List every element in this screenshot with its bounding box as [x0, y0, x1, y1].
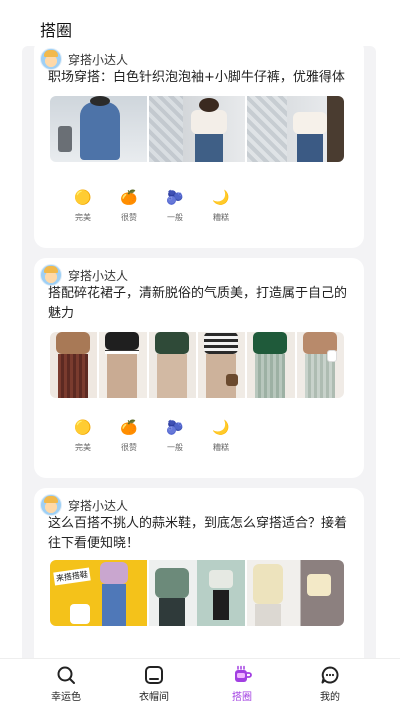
post-text: 搭配碎花裙子，清新脱俗的气质美，打造属于自己的魅力 [48, 286, 348, 321]
reaction-great[interactable]: 🍊 很赞 [106, 420, 152, 460]
outfit-photo[interactable]: 来搭搭鞋 [50, 560, 147, 626]
nav-label: 搭圈 [232, 692, 252, 703]
great-icon: 🍊 [120, 420, 138, 436]
reaction-label: 很赞 [121, 443, 137, 452]
nav-item-wardrobe[interactable]: 衣帽间 [114, 659, 194, 711]
post-card[interactable]: 穿搭小达人 职场穿搭：白色针织泡泡袖+小脚牛仔裤，优雅得体 🟡 完美 🍊 很赞 … [34, 46, 364, 248]
outfit-photo[interactable] [197, 332, 246, 398]
nav-label: 幸运色 [51, 692, 81, 703]
reaction-label: 完美 [75, 213, 91, 222]
post-text: 职场穿搭：白色针织泡泡袖+小脚牛仔裤，优雅得体 [48, 70, 345, 85]
outfit-photo[interactable] [148, 332, 196, 398]
post-author[interactable]: 穿搭小达人 [40, 494, 128, 516]
coffee-cup-icon [232, 665, 252, 685]
reaction-label: 一般 [167, 443, 183, 452]
nav-item-mine[interactable]: 我的 [290, 659, 370, 711]
outfit-photo[interactable] [296, 332, 344, 398]
reaction-label: 完美 [75, 443, 91, 452]
post-text: 这么百搭不挑人的蒜米鞋，到底怎么穿搭适合？接着往下看便知晓！ [48, 516, 348, 551]
feed-list[interactable]: 穿搭小达人 职场穿搭：白色针织泡泡袖+小脚牛仔裤，优雅得体 🟡 完美 🍊 很赞 … [22, 46, 376, 658]
perfect-icon: 🟡 [74, 190, 92, 206]
post-author[interactable]: 穿搭小达人 [40, 48, 128, 70]
reaction-perfect[interactable]: 🟡 完美 [60, 420, 106, 460]
outfit-photo[interactable] [50, 96, 147, 162]
reaction-average[interactable]: 🫐 一般 [152, 420, 198, 460]
bottom-nav: 幸运色 衣帽间 搭圈 我的 [0, 658, 400, 711]
photo-sticker-text: 来搭搭鞋 [53, 567, 91, 586]
nav-label: 我的 [320, 692, 340, 703]
nav-label: 衣帽间 [139, 692, 169, 703]
outfit-photo[interactable] [247, 560, 344, 626]
reaction-bar: 🟡 完美 🍊 很赞 🫐 一般 🌙 糟糕 [60, 190, 244, 230]
outfit-photo[interactable] [148, 560, 246, 626]
bad-icon: 🌙 [212, 190, 230, 206]
perfect-icon: 🟡 [74, 420, 92, 436]
reaction-bad[interactable]: 🌙 糟糕 [198, 190, 244, 230]
reaction-average[interactable]: 🫐 一般 [152, 190, 198, 230]
outfit-photo[interactable] [247, 96, 344, 162]
outfit-photo[interactable] [99, 332, 147, 398]
reaction-label: 糟糕 [213, 213, 229, 222]
reaction-great[interactable]: 🍊 很赞 [106, 190, 152, 230]
reaction-label: 一般 [167, 213, 183, 222]
app-header: 搭圈 [0, 0, 400, 46]
post-card[interactable]: 穿搭小达人 这么百搭不挑人的蒜米鞋，到底怎么穿搭适合？接着往下看便知晓！ 来搭搭… [34, 488, 364, 658]
search-icon [56, 665, 76, 685]
reaction-label: 糟糕 [213, 443, 229, 452]
post-card[interactable]: 穿搭小达人 搭配碎花裙子，清新脱俗的气质美，打造属于自己的魅力 🟡 完美 🍊 很… [34, 258, 364, 478]
post-author[interactable]: 穿搭小达人 [40, 264, 128, 286]
reaction-label: 很赞 [121, 213, 137, 222]
avatar[interactable] [40, 494, 62, 516]
great-icon: 🍊 [120, 190, 138, 206]
username[interactable]: 穿搭小达人 [68, 267, 128, 284]
average-icon: 🫐 [166, 420, 184, 436]
chat-icon [320, 665, 340, 685]
reaction-bar: 🟡 完美 🍊 很赞 🫐 一般 🌙 糟糕 [60, 420, 244, 460]
outfit-photo[interactable] [148, 96, 246, 162]
post-images[interactable] [50, 96, 344, 162]
nav-item-outfit-circle[interactable]: 搭圈 [202, 659, 282, 711]
bad-icon: 🌙 [212, 420, 230, 436]
average-icon: 🫐 [166, 190, 184, 206]
post-images[interactable] [50, 332, 344, 398]
page-title: 搭圈 [40, 21, 73, 40]
nav-item-lucky-color[interactable]: 幸运色 [26, 659, 106, 711]
reaction-bad[interactable]: 🌙 糟糕 [198, 420, 244, 460]
outfit-photo[interactable] [50, 332, 98, 398]
avatar[interactable] [40, 48, 62, 70]
avatar[interactable] [40, 264, 62, 286]
post-images[interactable]: 来搭搭鞋 [50, 560, 344, 626]
username[interactable]: 穿搭小达人 [68, 497, 128, 514]
reaction-perfect[interactable]: 🟡 完美 [60, 190, 106, 230]
wardrobe-icon [144, 665, 164, 685]
outfit-photo[interactable] [247, 332, 295, 398]
username[interactable]: 穿搭小达人 [68, 51, 128, 68]
